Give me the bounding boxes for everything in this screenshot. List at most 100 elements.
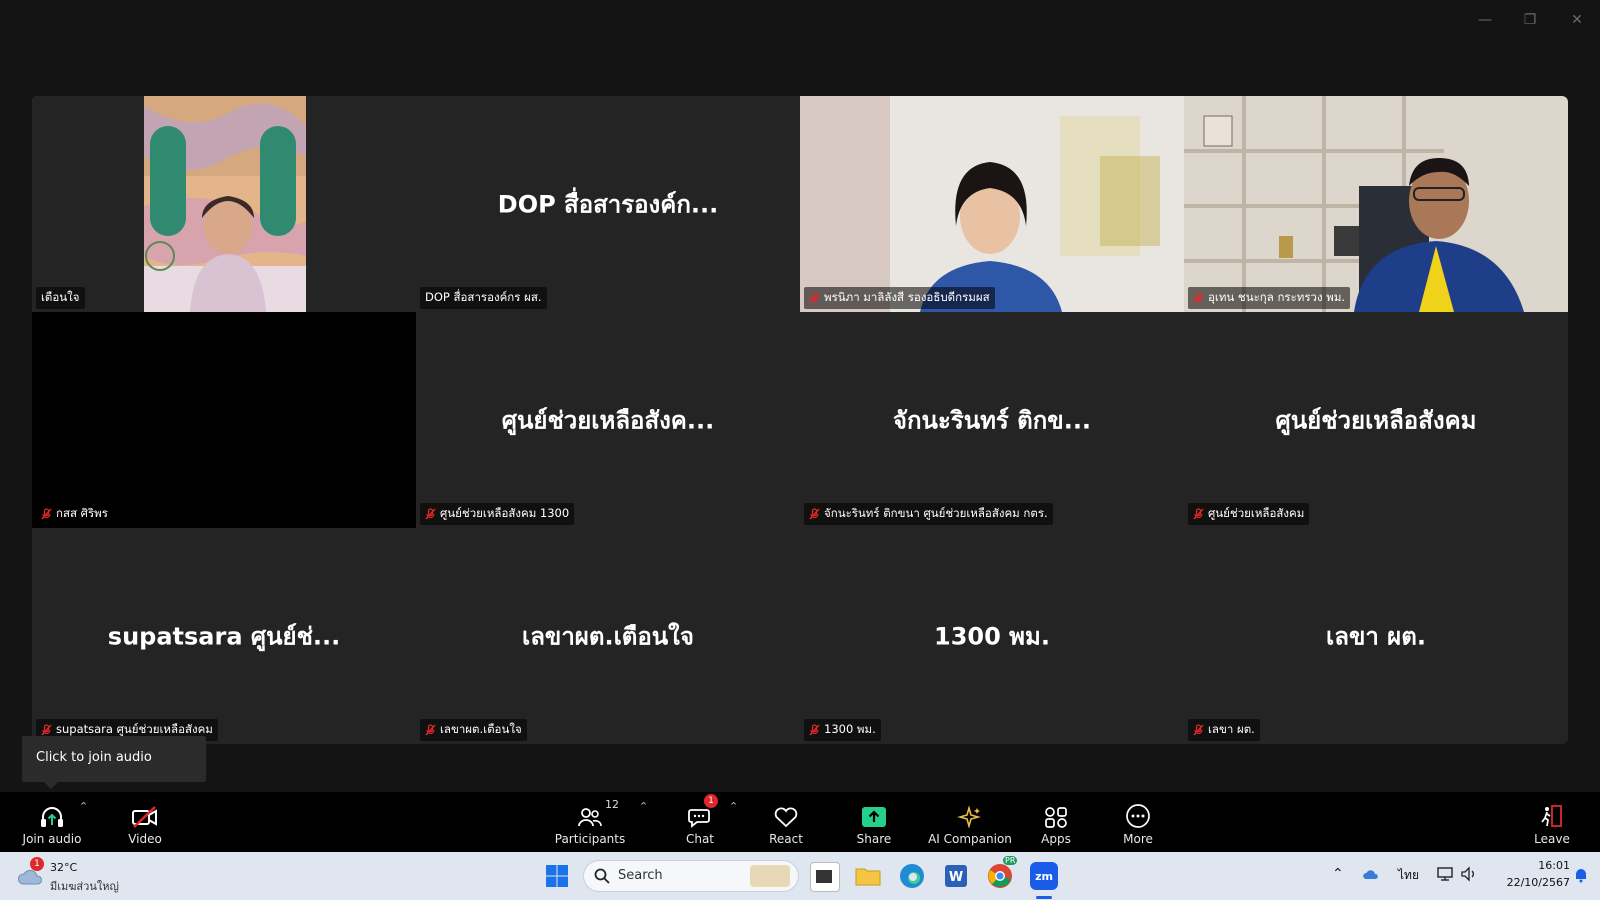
participant-tile[interactable]: DOP สื่อสารองค์ก... DOP สื่อสารองค์กร ผส. bbox=[416, 96, 800, 312]
participants-options-caret[interactable]: ⌃ bbox=[639, 800, 648, 813]
participant-tile[interactable]: เตือนใจ bbox=[32, 96, 416, 312]
taskbar-search[interactable]: Search bbox=[583, 860, 799, 892]
participant-video bbox=[1184, 96, 1568, 312]
bell-icon bbox=[1576, 869, 1586, 883]
file-explorer-icon[interactable] bbox=[854, 862, 882, 890]
apps-label: Apps bbox=[1041, 832, 1071, 846]
participant-name: พรนิภา มาลิลังสี รองอธิบดีกรมผส bbox=[824, 290, 990, 304]
apps-button[interactable]: Apps bbox=[1028, 792, 1084, 852]
participant-name: 1300 พม. bbox=[824, 722, 876, 736]
chat-button[interactable]: Chat bbox=[672, 792, 728, 852]
participant-display-name: ศูนย์ช่วยเหลือสังคม bbox=[1275, 406, 1477, 435]
leave-door-icon bbox=[1541, 805, 1562, 827]
svg-text:W: W bbox=[949, 870, 963, 885]
participant-name: เลขา ผต. bbox=[1208, 722, 1255, 736]
restore-button[interactable]: ❐ bbox=[1517, 10, 1543, 30]
share-screen-icon bbox=[862, 807, 886, 827]
participant-tile[interactable]: พรนิภา มาลิลังสี รองอธิบดีกรมผส bbox=[800, 96, 1184, 312]
participant-name-tag: ศูนย์ช่วยเหลือสังคม 1300 bbox=[420, 503, 575, 525]
search-placeholder: Search bbox=[618, 868, 663, 883]
leave-button[interactable]: Leave bbox=[1524, 792, 1580, 852]
share-label: Share bbox=[856, 832, 892, 846]
volume-tray-icon[interactable] bbox=[1460, 865, 1478, 883]
participant-tile[interactable]: เลขาผต.เตือนใจ เลขาผต.เตือนใจ bbox=[416, 528, 800, 744]
participant-display-name: เลขา ผต. bbox=[1326, 622, 1426, 651]
ai-companion-button[interactable]: AI Companion bbox=[922, 792, 1018, 852]
muted-mic-icon bbox=[425, 724, 436, 736]
muted-mic-icon bbox=[809, 724, 820, 736]
participant-name-tag: เลขาผต.เตือนใจ bbox=[420, 719, 527, 741]
heart-icon bbox=[774, 807, 798, 828]
more-icon bbox=[1126, 804, 1150, 828]
participant-name: ศูนย์ช่วยเหลือสังคม 1300 bbox=[440, 506, 570, 520]
video-off-icon bbox=[132, 806, 157, 828]
participant-name: อุเทน ชนะกุล กระทรวง พม. bbox=[1208, 290, 1346, 304]
participant-tile[interactable]: อุเทน ชนะกุล กระทรวง พม. bbox=[1184, 96, 1568, 312]
task-view-icon[interactable] bbox=[810, 862, 840, 892]
participant-display-name: จักนะรินทร์ ติกข... bbox=[892, 406, 1092, 435]
search-highlight-icon bbox=[750, 865, 790, 887]
input-language[interactable]: ไทย bbox=[1398, 866, 1419, 885]
participant-video bbox=[800, 96, 1184, 312]
headphones-icon bbox=[41, 807, 63, 827]
chrome-profile-badge: PR bbox=[1003, 856, 1018, 865]
participant-name: กสส ศิริพร bbox=[56, 506, 108, 520]
participant-tile[interactable]: เลขา ผต. เลขา ผต. bbox=[1184, 528, 1568, 744]
participant-tile[interactable]: ศูนย์ช่วยเหลือสังค... ศูนย์ช่วยเหลือสังคม… bbox=[416, 312, 800, 528]
onedrive-tray-icon[interactable] bbox=[1362, 865, 1380, 883]
chat-label: Chat bbox=[685, 832, 715, 846]
chat-options-caret[interactable]: ⌃ bbox=[729, 800, 738, 813]
close-button[interactable]: ✕ bbox=[1564, 10, 1590, 30]
more-label: More bbox=[1123, 832, 1153, 846]
clock-time[interactable]: 16:01 bbox=[1496, 859, 1570, 872]
participant-name-tag: เตือนใจ bbox=[36, 287, 85, 309]
participants-label: Participants bbox=[554, 832, 626, 846]
join-audio-tooltip: Click to join audio bbox=[22, 736, 206, 789]
muted-mic-icon bbox=[809, 508, 820, 520]
participant-name: เลขาผต.เตือนใจ bbox=[440, 722, 522, 736]
meeting-toolbar: Join audio ⌃ Video Participants 12 ⌃ Cha… bbox=[0, 792, 1600, 852]
leave-label: Leave bbox=[1534, 832, 1570, 846]
windows-taskbar: 1 32°C มีเมฆส่วนใหญ่ Search W PR zm ⌃ ไท… bbox=[0, 852, 1600, 900]
muted-mic-icon bbox=[809, 292, 820, 304]
weather-alert-badge: 1 bbox=[30, 857, 44, 871]
share-button[interactable]: Share bbox=[846, 792, 902, 852]
react-button[interactable]: React bbox=[758, 792, 814, 852]
participants-count: 12 bbox=[605, 798, 619, 811]
participant-name-tag: ศูนย์ช่วยเหลือสังคม bbox=[1188, 503, 1310, 525]
video-button[interactable]: Video bbox=[113, 792, 177, 852]
participant-display-name: ศูนย์ช่วยเหลือสังค... bbox=[501, 406, 715, 435]
tooltip-arrow bbox=[44, 782, 58, 789]
zoom-app-icon[interactable]: zm bbox=[1030, 862, 1058, 890]
more-button[interactable]: More bbox=[1110, 792, 1166, 852]
edge-icon bbox=[900, 864, 924, 888]
participant-name-tag: DOP สื่อสารองค์กร ผส. bbox=[420, 287, 547, 309]
participant-name-tag: จักนะรินทร์ ติกขนา ศูนย์ช่วยเหลือสังคม ก… bbox=[804, 503, 1053, 525]
muted-mic-icon bbox=[41, 508, 52, 520]
zoom-icon: zm bbox=[1035, 870, 1053, 883]
participant-tile[interactable]: จักนะรินทร์ ติกข... จักนะรินทร์ ติกขนา ศู… bbox=[800, 312, 1184, 528]
participant-tile[interactable]: กสส ศิริพร bbox=[32, 312, 416, 528]
windows-start-button[interactable] bbox=[545, 864, 569, 888]
chrome-browser-icon[interactable] bbox=[986, 862, 1014, 890]
notifications-icon[interactable] bbox=[1574, 867, 1588, 883]
participant-name: เตือนใจ bbox=[41, 290, 80, 304]
participant-tile[interactable]: 1300 พม. 1300 พม. bbox=[800, 528, 1184, 744]
chat-unread-badge: 1 bbox=[704, 794, 718, 808]
participant-tile[interactable]: ศูนย์ช่วยเหลือสังคม ศูนย์ช่วยเหลือสังคม bbox=[1184, 312, 1568, 528]
muted-mic-icon bbox=[1193, 508, 1204, 520]
muted-mic-icon bbox=[425, 508, 436, 520]
edge-browser-icon[interactable] bbox=[898, 862, 926, 890]
minimize-button[interactable]: — bbox=[1472, 10, 1498, 30]
clock-date[interactable]: 22/10/2567 bbox=[1484, 876, 1570, 889]
network-tray-icon[interactable] bbox=[1436, 865, 1454, 883]
participant-tile[interactable]: supatsara ศูนย์ช่... supatsara ศูนย์ช่วยเ… bbox=[32, 528, 416, 744]
audio-options-caret[interactable]: ⌃ bbox=[79, 800, 88, 813]
join-audio-label: Join audio bbox=[22, 832, 82, 846]
task-view-glyph bbox=[816, 870, 832, 883]
word-app-icon[interactable]: W bbox=[942, 862, 970, 890]
video-label: Video bbox=[128, 832, 162, 846]
show-hidden-icons-caret[interactable]: ⌃ bbox=[1332, 866, 1344, 882]
weather-desc: มีเมฆส่วนใหญ่ bbox=[50, 880, 119, 893]
participant-name-tag: อุเทน ชนะกุล กระทรวง พม. bbox=[1188, 287, 1351, 309]
